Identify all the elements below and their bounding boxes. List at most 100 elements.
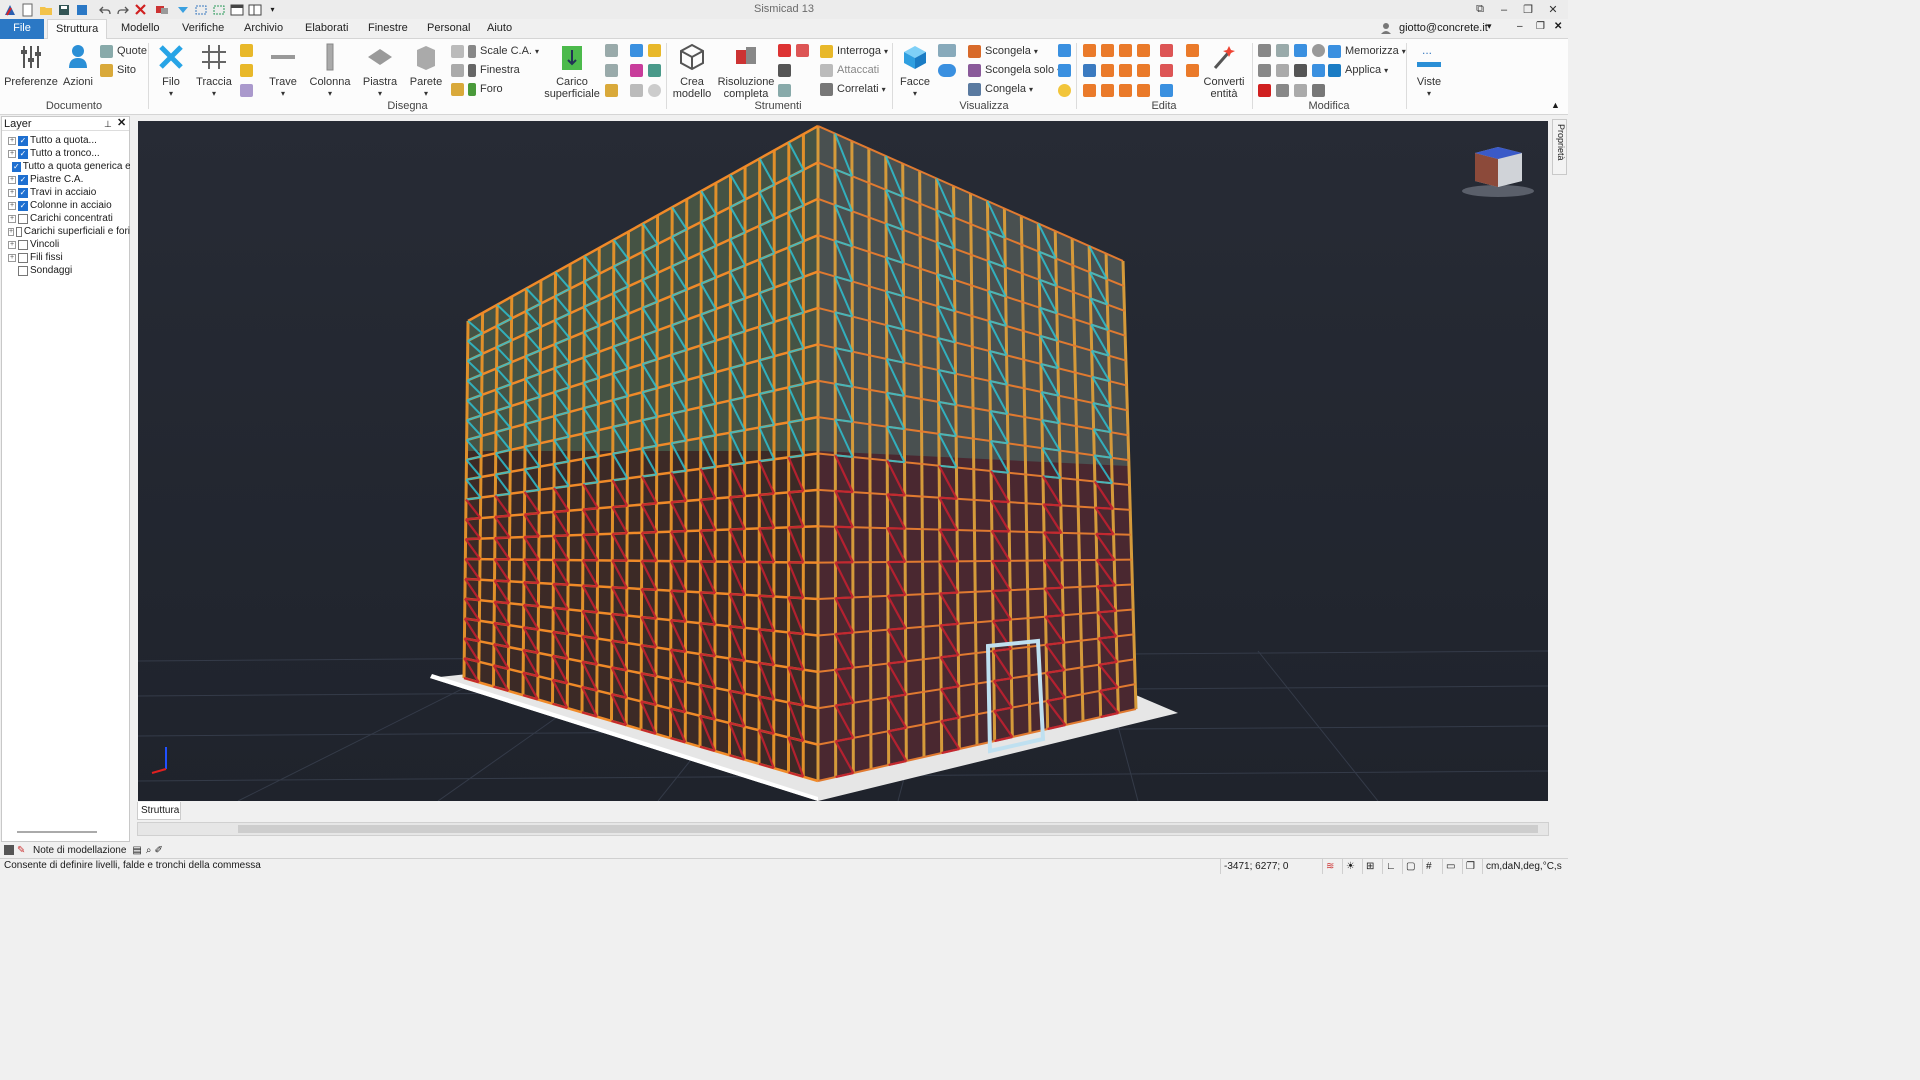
ellipse-tool-icon[interactable]: [648, 84, 661, 97]
tab-file[interactable]: File: [0, 19, 44, 39]
load-list-icon[interactable]: [605, 84, 618, 97]
lightbulb-icon[interactable]: [1058, 84, 1071, 97]
minimize-button[interactable]: –: [1492, 1, 1516, 18]
tab-verifiche[interactable]: Verifiche: [174, 19, 232, 39]
window-toggle-icon[interactable]: ❐: [1462, 859, 1482, 874]
tab-modello[interactable]: Modello: [113, 19, 168, 39]
delete-modify-icon[interactable]: [1258, 84, 1271, 97]
expand-icon[interactable]: +: [8, 201, 16, 210]
link-tool-icon[interactable]: [630, 64, 643, 77]
layer-checkbox[interactable]: [18, 265, 28, 276]
tab-struttura[interactable]: Struttura: [47, 19, 108, 40]
undo-icon[interactable]: [96, 1, 113, 18]
doc-minimize-button[interactable]: –: [1517, 21, 1523, 32]
crea-modello-button[interactable]: Crea modello: [672, 42, 712, 100]
expand-icon[interactable]: +: [8, 214, 16, 223]
view-mode-icon[interactable]: [938, 44, 956, 57]
preferenze-button[interactable]: Preferenze: [4, 42, 58, 88]
expand-icon[interactable]: +: [8, 149, 16, 158]
scale-icon[interactable]: [1137, 84, 1150, 97]
colonna-button[interactable]: Colonna ▾: [308, 42, 352, 100]
scongela-solo-button[interactable]: Scongela solo▾: [968, 61, 1061, 79]
trim-icon[interactable]: [1137, 44, 1150, 57]
new-file-icon[interactable]: [19, 1, 36, 18]
converti-entita-button[interactable]: Converti entità: [1200, 42, 1248, 100]
collapse-ribbon-icon[interactable]: ▲: [1551, 100, 1560, 110]
tab-archivio[interactable]: Archivio: [236, 19, 291, 39]
traccia-button[interactable]: Traccia ▾: [196, 42, 232, 100]
redo-icon[interactable]: [114, 1, 131, 18]
layer-checkbox[interactable]: [18, 213, 28, 224]
paste-icon[interactable]: [1294, 84, 1307, 97]
align-icon[interactable]: [1101, 64, 1114, 77]
layer-row[interactable]: + ✓ Tutto a tronco...: [8, 147, 130, 160]
undo-modify-icon[interactable]: [1258, 44, 1271, 57]
draw-line-icon[interactable]: [240, 44, 253, 57]
draw-arc-icon[interactable]: [240, 84, 253, 97]
text-tool-icon[interactable]: [778, 64, 791, 77]
doc-close-button[interactable]: ✕: [1554, 21, 1562, 32]
save-icon[interactable]: [55, 1, 72, 18]
load-arrow-icon[interactable]: [605, 44, 618, 57]
expand-icon[interactable]: +: [8, 253, 16, 262]
facce-button[interactable]: Facce ▾: [898, 42, 932, 100]
break-icon[interactable]: [1137, 64, 1150, 77]
expand-icon[interactable]: +: [8, 227, 15, 236]
user-account[interactable]: giotto@concrete.it: [1399, 22, 1488, 34]
filo-button[interactable]: Filo ▾: [156, 42, 186, 100]
layer-checkbox[interactable]: [18, 239, 28, 250]
pin-icon[interactable]: ⊥: [104, 117, 112, 131]
connect-icon[interactable]: [1160, 84, 1173, 97]
visibility-options-icon[interactable]: [1058, 64, 1071, 77]
expand-icon[interactable]: +: [8, 175, 16, 184]
group-edit-icon[interactable]: [1186, 64, 1199, 77]
3d-viewport[interactable]: [138, 121, 1548, 801]
attaccati-button[interactable]: Attaccati: [820, 61, 879, 79]
draw-polyline-icon[interactable]: [240, 64, 253, 77]
open-folder-icon[interactable]: [37, 1, 54, 18]
comment-toggle-icon[interactable]: ▭: [1442, 859, 1462, 874]
restore-layout-button[interactable]: ⧉: [1468, 1, 1492, 18]
redo-modify-icon[interactable]: [1258, 64, 1271, 77]
user-dropdown-icon[interactable]: ▾: [1487, 21, 1492, 32]
notes-list-icon[interactable]: ▤: [132, 845, 141, 856]
trave-button[interactable]: Trave ▾: [266, 42, 300, 100]
join-icon[interactable]: [1160, 44, 1173, 57]
azioni-button[interactable]: Azioni: [60, 42, 96, 88]
stretch-icon[interactable]: [1083, 84, 1096, 97]
copy-props-icon[interactable]: [1294, 44, 1307, 57]
layers-toggle-icon[interactable]: ≋: [1322, 859, 1342, 874]
correlati-button[interactable]: Correlati ▾: [820, 80, 886, 98]
close-button[interactable]: ✕: [1541, 1, 1565, 18]
view-tab-struttura[interactable]: Struttura: [137, 802, 181, 820]
purge-icon[interactable]: [1276, 84, 1289, 97]
parete-button[interactable]: Parete ▾: [408, 42, 444, 100]
layer-row[interactable]: + ✓ Piastre C.A.: [8, 173, 130, 186]
applica-button[interactable]: Applica ▾: [1328, 61, 1388, 79]
expand-icon[interactable]: +: [8, 188, 16, 197]
grid-toggle-icon[interactable]: #: [1422, 859, 1442, 874]
layer-checkbox[interactable]: ✓: [12, 161, 21, 172]
zoom-icon[interactable]: [938, 64, 956, 77]
brush-tool-icon[interactable]: [778, 84, 791, 97]
frame-toggle-icon[interactable]: ▢: [1402, 859, 1422, 874]
notes-search-icon[interactable]: ⌕: [146, 845, 152, 856]
proprieta-side-tab[interactable]: Proprietà: [1552, 119, 1567, 175]
tab-aiuto[interactable]: Aiuto: [479, 19, 520, 39]
layer-row[interactable]: + Carichi concentrati: [8, 212, 130, 225]
risoluzione-completa-button[interactable]: Risoluzione completa: [718, 42, 774, 100]
crossing-select-icon[interactable]: [210, 1, 227, 18]
search-icon[interactable]: [1312, 44, 1325, 57]
expand-icon[interactable]: +: [8, 136, 16, 145]
close-panel-icon[interactable]: ✕: [117, 116, 126, 130]
tab-personal[interactable]: Personal: [419, 19, 478, 39]
check-column-icon[interactable]: [796, 44, 809, 57]
window-layout-icon[interactable]: [228, 1, 245, 18]
layer-checkbox[interactable]: ✓: [18, 187, 28, 198]
dimension-tool-icon[interactable]: [648, 44, 661, 57]
scale-ca-button[interactable]: Scale C.A. ▾: [451, 42, 539, 60]
layer-row[interactable]: Sondaggi: [8, 264, 130, 277]
memorizza-button[interactable]: Memorizza ▾: [1328, 42, 1406, 60]
layer-checkbox[interactable]: ✓: [18, 200, 28, 211]
notes-edit-icon[interactable]: ✐: [154, 845, 162, 856]
